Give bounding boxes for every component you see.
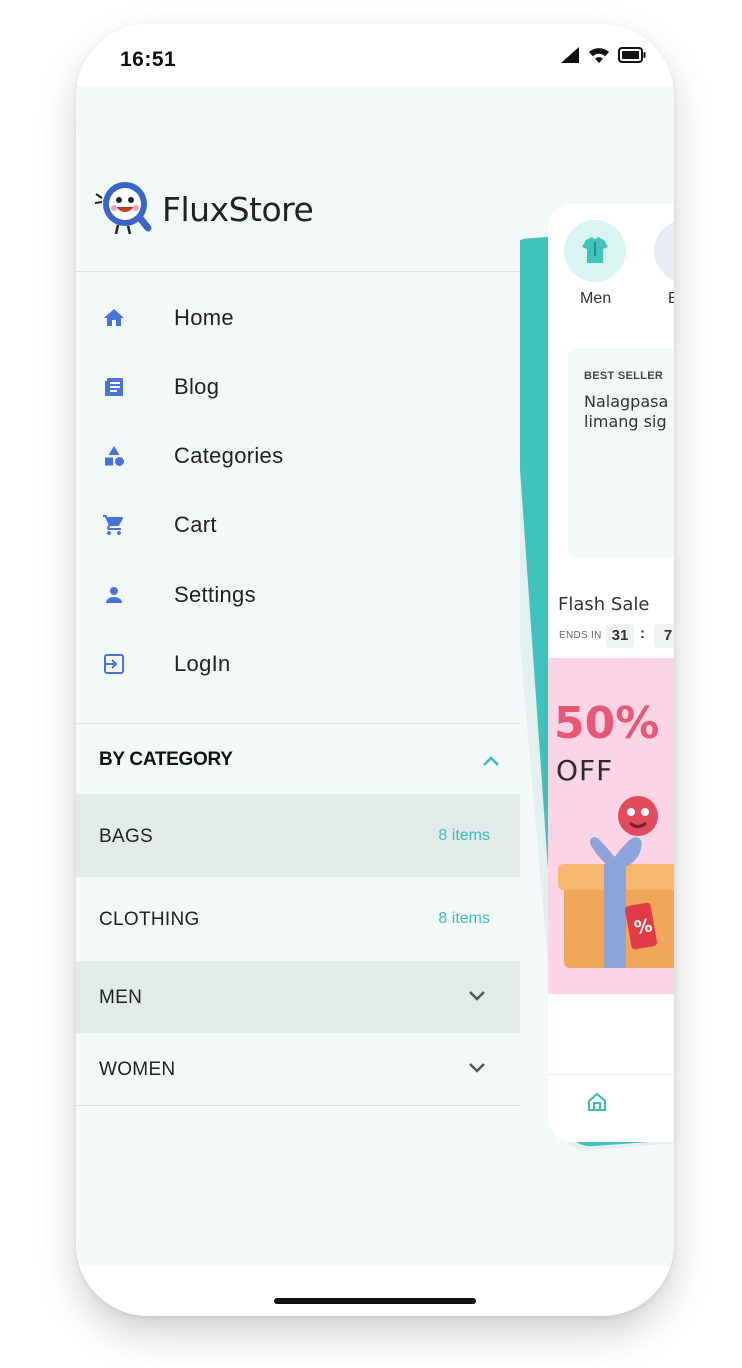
menu-item-categories[interactable]: Categories bbox=[76, 426, 520, 486]
bottom-nav bbox=[548, 1074, 674, 1142]
home-preview[interactable]: Men B BEST SELLER Nalagpasa limang sig F… bbox=[548, 204, 674, 1142]
app-screen: Men B BEST SELLER Nalagpasa limang sig F… bbox=[76, 86, 674, 1266]
category-count: 8 items bbox=[438, 910, 490, 927]
gift-box-illustration: % bbox=[558, 796, 674, 968]
battery-icon bbox=[618, 47, 646, 68]
home-icon bbox=[100, 304, 128, 332]
home-bar-area bbox=[76, 1266, 674, 1316]
timer-hours: 31 bbox=[606, 624, 634, 648]
menu-item-settings[interactable]: Settings bbox=[76, 565, 520, 625]
phone-frame: 16:51 Men B BEST SELLER Nalagpasa limang… bbox=[76, 24, 674, 1316]
category-name: MEN bbox=[99, 987, 143, 1008]
home-indicator[interactable] bbox=[274, 1298, 476, 1304]
navigation-drawer: FluxStore Home Blog Categories Cart Sett… bbox=[76, 86, 520, 1266]
brand-name: FluxStore bbox=[162, 190, 314, 229]
brand-logo[interactable]: FluxStore bbox=[92, 176, 314, 243]
blog-icon bbox=[100, 373, 128, 401]
header-divider bbox=[76, 271, 520, 272]
menu-item-label: Settings bbox=[174, 582, 256, 607]
category-b-circle[interactable] bbox=[654, 220, 674, 282]
promo-banner[interactable]: 50% OFF % bbox=[548, 658, 674, 994]
category-count: 8 items bbox=[438, 827, 490, 844]
timer-separator: : bbox=[640, 625, 645, 642]
menu-item-cart[interactable]: Cart bbox=[76, 495, 520, 555]
signal-icon bbox=[560, 46, 580, 69]
cart-icon bbox=[100, 511, 128, 539]
banner-percent: 50% bbox=[554, 698, 660, 749]
chevron-up-icon[interactable] bbox=[480, 750, 502, 777]
status-icons bbox=[560, 46, 646, 69]
category-row-men[interactable]: MEN bbox=[76, 961, 520, 1033]
timer-minutes: 7 bbox=[654, 624, 674, 648]
category-row-women[interactable]: WOMEN bbox=[76, 1033, 520, 1105]
mascot-logo-icon bbox=[92, 176, 154, 243]
menu-item-label: Cart bbox=[174, 512, 217, 537]
menu-item-label: Blog bbox=[174, 374, 220, 399]
category-name: BAGS bbox=[99, 826, 153, 847]
status-bar: 16:51 bbox=[76, 24, 674, 86]
category-row-bags[interactable]: BAGS 8 items bbox=[76, 794, 520, 877]
menu-item-home[interactable]: Home bbox=[76, 288, 520, 348]
svg-text:%: % bbox=[633, 915, 654, 939]
best-seller-card[interactable]: BEST SELLER Nalagpasa limang sig bbox=[568, 348, 674, 558]
category-name: WOMEN bbox=[99, 1059, 176, 1080]
category-men-label: Men bbox=[580, 290, 612, 307]
best-seller-tag: BEST SELLER bbox=[584, 370, 664, 382]
menu-divider bbox=[76, 723, 520, 724]
wifi-icon bbox=[588, 46, 610, 69]
by-category-title: BY CATEGORY bbox=[99, 749, 233, 770]
category-men-circle[interactable] bbox=[564, 220, 626, 282]
status-time: 16:51 bbox=[120, 48, 177, 71]
login-icon bbox=[100, 650, 128, 678]
menu-item-label: Categories bbox=[174, 443, 284, 468]
home-nav-icon[interactable] bbox=[586, 1091, 608, 1118]
ends-in-label: ENDS IN bbox=[559, 630, 602, 641]
flash-sale-title: Flash Sale bbox=[558, 594, 650, 615]
category-name: CLOTHING bbox=[99, 909, 200, 930]
menu-item-login[interactable]: LogIn bbox=[76, 634, 520, 694]
menu-item-blog[interactable]: Blog bbox=[76, 357, 520, 417]
chevron-down-icon[interactable] bbox=[466, 985, 488, 1012]
chevron-down-icon[interactable] bbox=[466, 1057, 488, 1084]
by-category-header[interactable]: BY CATEGORY bbox=[76, 726, 520, 794]
person-icon bbox=[100, 581, 128, 609]
menu-item-label: LogIn bbox=[174, 651, 231, 676]
menu-item-label: Home bbox=[174, 305, 234, 330]
best-seller-text: Nalagpasa limang sig bbox=[584, 392, 669, 431]
category-row-clothing[interactable]: CLOTHING 8 items bbox=[76, 877, 520, 961]
category-divider bbox=[76, 1105, 520, 1106]
category-b-label: B bbox=[668, 290, 674, 307]
shirt-icon bbox=[582, 237, 608, 263]
categories-icon bbox=[100, 442, 128, 470]
